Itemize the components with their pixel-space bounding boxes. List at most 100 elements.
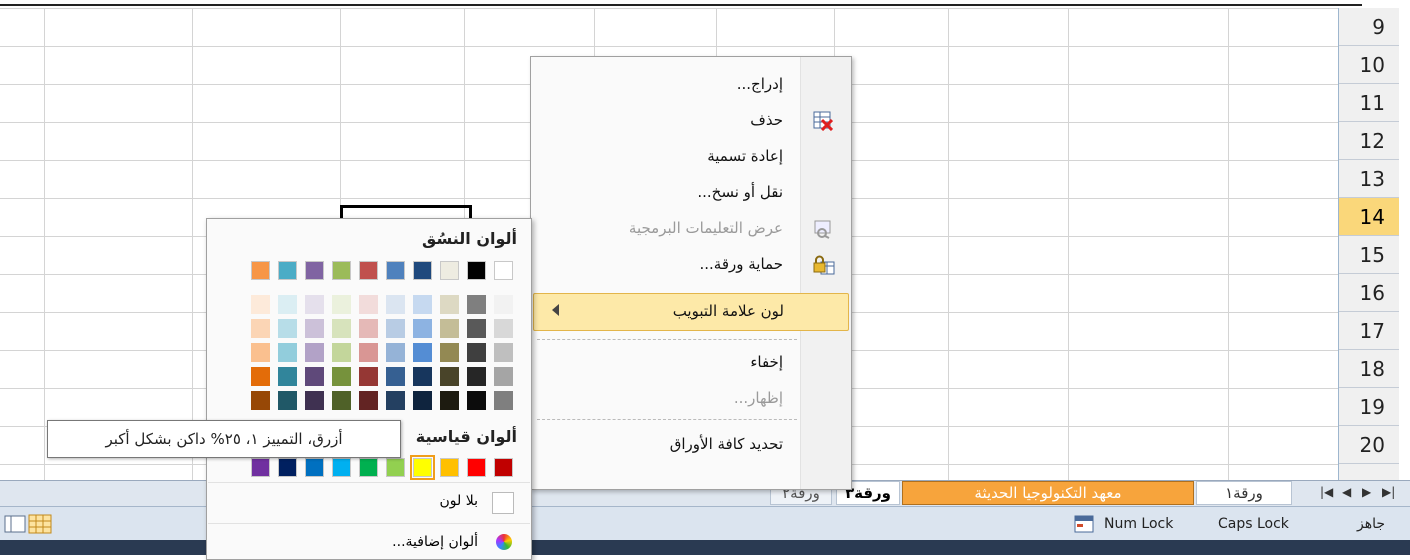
menu-item-tab-color[interactable]: لون علامة التبويب [533, 293, 849, 331]
theme-shade-swatch[interactable] [386, 367, 405, 386]
theme-shade-swatch[interactable] [251, 319, 270, 338]
theme-shade-swatch[interactable] [386, 295, 405, 314]
menu-item-rename[interactable]: إعادة تسمية [533, 139, 847, 175]
menu-item-view-code[interactable]: عرض التعليمات البرمجية [533, 211, 847, 247]
menu-item-move-copy[interactable]: نقل أو نسخ... [533, 175, 847, 211]
menu-item-delete[interactable]: حذف [533, 103, 847, 139]
theme-color-swatch[interactable] [332, 261, 351, 280]
standard-color-swatch[interactable] [386, 458, 405, 477]
row-header-20[interactable]: 20 [1339, 426, 1399, 464]
row-header-11[interactable]: 11 [1339, 84, 1399, 122]
theme-shade-swatch[interactable] [494, 319, 513, 338]
theme-shade-swatch[interactable] [332, 391, 351, 410]
theme-shade-swatch[interactable] [359, 295, 378, 314]
theme-shade-swatch[interactable] [413, 343, 432, 362]
row-header-17[interactable]: 17 [1339, 312, 1399, 350]
prev-sheet-icon[interactable]: ◀ [1342, 481, 1351, 503]
theme-shade-swatch[interactable] [332, 319, 351, 338]
theme-shade-swatch[interactable] [467, 367, 486, 386]
theme-shade-swatch[interactable] [494, 367, 513, 386]
theme-shade-swatch[interactable] [440, 391, 459, 410]
theme-shade-swatch[interactable] [251, 295, 270, 314]
theme-shade-swatch[interactable] [413, 391, 432, 410]
theme-shade-swatch[interactable] [278, 391, 297, 410]
theme-shade-swatch[interactable] [467, 391, 486, 410]
theme-shade-swatch[interactable] [494, 295, 513, 314]
theme-shade-swatch[interactable] [386, 391, 405, 410]
menu-item-insert[interactable]: إدراج... [533, 67, 847, 103]
row-header-18[interactable]: 18 [1339, 350, 1399, 388]
theme-color-swatch[interactable] [305, 261, 324, 280]
theme-shade-swatch[interactable] [359, 391, 378, 410]
menu-item-unhide[interactable]: إظهار... [533, 381, 847, 417]
theme-shade-swatch[interactable] [305, 343, 324, 362]
theme-shade-swatch[interactable] [440, 295, 459, 314]
theme-shade-swatch[interactable] [278, 319, 297, 338]
theme-shade-swatch[interactable] [305, 391, 324, 410]
theme-shade-swatch[interactable] [467, 319, 486, 338]
theme-color-swatch[interactable] [278, 261, 297, 280]
standard-color-swatch[interactable] [359, 458, 378, 477]
menu-item-select-all-sheets[interactable]: تحديد كافة الأوراق [533, 427, 847, 463]
theme-shade-swatch[interactable] [413, 319, 432, 338]
normal-view-icon[interactable] [28, 507, 58, 541]
theme-shade-swatch[interactable] [440, 319, 459, 338]
theme-color-swatch[interactable] [494, 261, 513, 280]
theme-color-swatch[interactable] [251, 261, 270, 280]
theme-shade-swatch[interactable] [494, 343, 513, 362]
standard-color-swatch[interactable] [410, 455, 435, 480]
row-header-13[interactable]: 13 [1339, 160, 1399, 198]
theme-shade-swatch[interactable] [494, 391, 513, 410]
theme-shade-swatch[interactable] [467, 295, 486, 314]
row-header-10[interactable]: 10 [1339, 46, 1399, 84]
row-header-14[interactable]: 14 [1339, 198, 1399, 236]
standard-color-swatch[interactable] [332, 458, 351, 477]
theme-shade-swatch[interactable] [305, 319, 324, 338]
standard-color-swatch[interactable] [494, 458, 513, 477]
theme-color-swatch[interactable] [386, 261, 405, 280]
macro-record-icon[interactable] [1074, 507, 1096, 541]
row-header-12[interactable]: 12 [1339, 122, 1399, 160]
menu-item-hide[interactable]: إخفاء [533, 345, 847, 381]
last-sheet-icon[interactable]: ▶| [1382, 481, 1395, 503]
theme-shade-swatch[interactable] [332, 295, 351, 314]
theme-shade-swatch[interactable] [386, 319, 405, 338]
theme-shade-swatch[interactable] [467, 343, 486, 362]
next-sheet-icon[interactable]: ▶ [1362, 481, 1371, 503]
standard-color-swatch[interactable] [467, 458, 486, 477]
theme-color-swatch[interactable] [413, 261, 432, 280]
row-header-19[interactable]: 19 [1339, 388, 1399, 426]
sheet-tab-active[interactable]: معهد التكنولوجيا الحديثة [902, 481, 1194, 505]
theme-color-swatch[interactable] [467, 261, 486, 280]
theme-shade-swatch[interactable] [278, 295, 297, 314]
theme-shade-swatch[interactable] [278, 367, 297, 386]
theme-shade-swatch[interactable] [413, 295, 432, 314]
theme-shade-swatch[interactable] [305, 295, 324, 314]
theme-color-swatch[interactable] [440, 261, 459, 280]
theme-shade-swatch[interactable] [278, 343, 297, 362]
theme-shade-swatch[interactable] [413, 367, 432, 386]
standard-color-swatch[interactable] [278, 458, 297, 477]
theme-shade-swatch[interactable] [332, 367, 351, 386]
theme-color-swatch[interactable] [359, 261, 378, 280]
theme-shade-swatch[interactable] [359, 343, 378, 362]
theme-shade-swatch[interactable] [251, 391, 270, 410]
row-header-16[interactable]: 16 [1339, 274, 1399, 312]
row-header-9[interactable]: 9 [1339, 8, 1399, 46]
theme-shade-swatch[interactable] [359, 319, 378, 338]
theme-shade-swatch[interactable] [386, 343, 405, 362]
theme-shade-swatch[interactable] [440, 367, 459, 386]
first-sheet-icon[interactable]: |◀ [1320, 481, 1333, 503]
more-colors-button[interactable]: ألوان إضافية... [208, 523, 530, 560]
theme-shade-swatch[interactable] [440, 343, 459, 362]
theme-shade-swatch[interactable] [251, 367, 270, 386]
theme-shade-swatch[interactable] [332, 343, 351, 362]
sheet-tab-worksheet1[interactable]: ورقة١ [1196, 481, 1292, 505]
standard-color-swatch[interactable] [305, 458, 324, 477]
theme-shade-swatch[interactable] [359, 367, 378, 386]
row-header-15[interactable]: 15 [1339, 236, 1399, 274]
standard-color-swatch[interactable] [440, 458, 459, 477]
page-view-icon[interactable] [0, 507, 30, 541]
no-color-button[interactable]: بلا لون [208, 482, 530, 523]
menu-item-protect-sheet[interactable]: حماية ورقة... [533, 247, 847, 283]
